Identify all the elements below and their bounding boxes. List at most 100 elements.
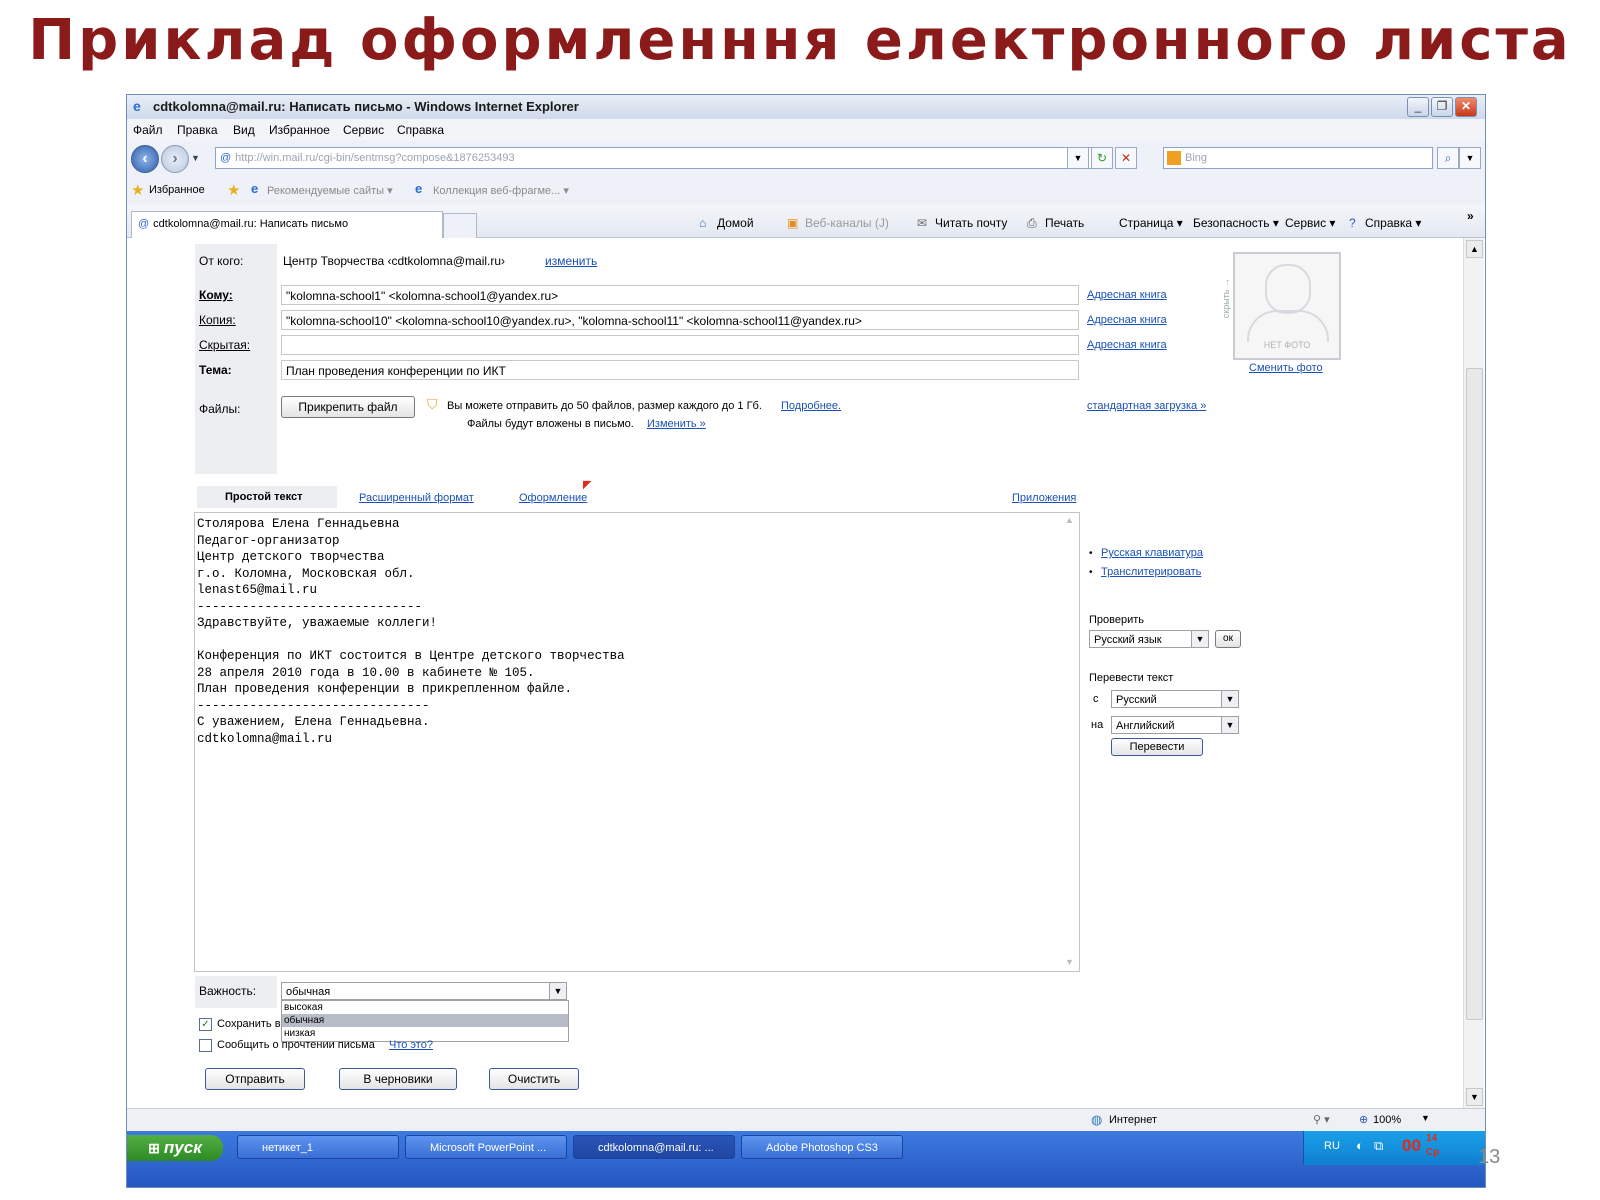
back-button[interactable]: ‹: [131, 145, 159, 173]
change-sender-link[interactable]: изменить: [545, 254, 597, 268]
home-button[interactable]: Домой: [717, 216, 754, 230]
tab-rich-text[interactable]: Расширенный формат: [359, 492, 474, 504]
tools-menu[interactable]: Сервис ▾: [1285, 216, 1335, 230]
info-shield-icon: ⛉: [427, 396, 438, 412]
editor-scroll-down-icon[interactable]: ▼: [1065, 957, 1074, 967]
page-scrollbar[interactable]: ▲ ▼: [1463, 238, 1484, 1108]
importance-option-normal[interactable]: обычная: [282, 1014, 568, 1027]
send-button[interactable]: Отправить: [205, 1068, 305, 1090]
address-book-link-to[interactable]: Адресная книга: [1087, 289, 1167, 301]
tab-plain-text[interactable]: Простой текст: [197, 486, 337, 508]
start-button[interactable]: ⊞ пуск: [127, 1135, 223, 1161]
window-title: cdtkolomna@mail.ru: Написать письмо - Wi…: [153, 99, 579, 114]
history-dropdown-icon[interactable]: ▼: [191, 153, 200, 163]
read-receipt-checkbox[interactable]: [199, 1039, 212, 1052]
menu-tools[interactable]: Сервис: [343, 123, 384, 137]
new-tab-button[interactable]: [443, 213, 477, 238]
subject-field[interactable]: План проведения конференции по ИКТ: [281, 360, 1079, 380]
cc-field[interactable]: "kolomna-school10" <kolomna-school10@yan…: [281, 310, 1079, 330]
more-info-link[interactable]: Подробнее.: [781, 400, 841, 412]
address-book-link-cc[interactable]: Адресная книга: [1087, 314, 1167, 326]
menu-favorites[interactable]: Избранное: [269, 123, 330, 137]
tray-app-icon[interactable]: ⧉: [1374, 1138, 1383, 1154]
zoom-level[interactable]: 100%: [1373, 1114, 1401, 1126]
spellcheck-language-select[interactable]: Русский язык ▼: [1089, 630, 1209, 648]
forward-button[interactable]: ›: [161, 145, 189, 173]
task-powerpoint[interactable]: Microsoft PowerPoint ...: [405, 1135, 567, 1159]
importance-select[interactable]: обычная ▼: [281, 982, 567, 1000]
close-button[interactable]: ✕: [1455, 97, 1477, 117]
hide-photo-toggle[interactable]: скрыть →: [1221, 278, 1231, 318]
search-placeholder: Bing: [1185, 152, 1208, 164]
to-field[interactable]: "kolomna-school1" <kolomna-school1@yande…: [281, 285, 1079, 305]
network-icon[interactable]: ◐: [1356, 1138, 1364, 1153]
bcc-field[interactable]: [281, 335, 1079, 355]
attach-file-button[interactable]: Прикрепить файл: [281, 396, 415, 418]
address-dropdown-icon[interactable]: ▼: [1067, 147, 1089, 169]
search-icon[interactable]: ⌕: [1437, 147, 1459, 169]
zoom-dropdown-icon[interactable]: ▼: [1421, 1113, 1430, 1123]
task-internet-explorer[interactable]: cdtkolomna@mail.ru: ...: [573, 1135, 735, 1159]
menu-file[interactable]: Файл: [133, 123, 163, 137]
tab-design[interactable]: Оформление: [519, 492, 587, 504]
help-menu[interactable]: Справка ▾: [1365, 216, 1421, 230]
mail-compose-page: От кого: Центр Творчества ‹cdtkolomna@ma…: [127, 238, 1463, 1108]
avatar-shoulders-icon: [1247, 310, 1329, 342]
transliterate-link[interactable]: Транслитерировать: [1101, 566, 1201, 578]
save-draft-button[interactable]: В черновики: [339, 1068, 457, 1090]
scroll-down-icon[interactable]: ▼: [1466, 1088, 1483, 1106]
change-attach-mode-link[interactable]: Изменить »: [647, 418, 706, 430]
address-input[interactable]: @ http://win.mail.ru/cgi-bin/sentmsg?comp…: [215, 147, 1097, 169]
change-photo-link[interactable]: Сменить фото: [1249, 362, 1323, 374]
browser-tab[interactable]: @ cdtkolomna@mail.ru: Написать письмо: [131, 211, 443, 238]
address-book-link-bcc[interactable]: Адресная книга: [1087, 339, 1167, 351]
spellcheck-ok-button[interactable]: ок: [1215, 630, 1241, 648]
minimize-button[interactable]: _: [1407, 97, 1429, 117]
keyboard-language[interactable]: RU: [1324, 1140, 1340, 1152]
message-body-editor[interactable]: Столярова Елена Геннадьевна Педагог-орган…: [194, 512, 1080, 972]
what-is-this-link[interactable]: Что это?: [389, 1039, 433, 1051]
refresh-icon[interactable]: ↻: [1091, 147, 1113, 169]
stop-icon[interactable]: ✕: [1115, 147, 1137, 169]
task-netiket[interactable]: нетикет_1: [237, 1135, 399, 1159]
suggested-sites[interactable]: Рекомендуемые сайты ▾: [267, 184, 393, 197]
print-button[interactable]: Печать: [1045, 216, 1084, 230]
to-label[interactable]: Кому:: [199, 288, 233, 302]
page-menu[interactable]: Страница ▾: [1119, 216, 1183, 230]
help-icon: ?: [1349, 216, 1356, 230]
scroll-thumb[interactable]: [1466, 368, 1483, 1020]
search-options-icon[interactable]: ▼: [1459, 147, 1481, 169]
favorites-button[interactable]: Избранное: [149, 184, 205, 196]
safety-menu[interactable]: Безопасность ▾: [1193, 216, 1279, 230]
target-language-select[interactable]: Английский ▼: [1111, 716, 1239, 734]
editor-scroll-up-icon[interactable]: ▲: [1065, 515, 1074, 525]
message-body-line: -------------------------------: [197, 698, 430, 713]
standard-upload-link[interactable]: стандартная загрузка »: [1087, 400, 1206, 412]
scroll-up-icon[interactable]: ▲: [1466, 240, 1483, 258]
search-input[interactable]: Bing: [1163, 147, 1433, 169]
bcc-label[interactable]: Скрытая:: [199, 338, 250, 352]
translate-button[interactable]: Перевести: [1111, 738, 1203, 756]
task-photoshop[interactable]: Adobe Photoshop CS3: [741, 1135, 903, 1159]
menu-help[interactable]: Справка: [397, 123, 444, 137]
add-favorite-icon[interactable]: ★: [227, 181, 240, 199]
cc-label[interactable]: Копия:: [199, 313, 236, 327]
menu-edit[interactable]: Правка: [177, 123, 218, 137]
menu-view[interactable]: Вид: [233, 123, 255, 137]
favorites-star-icon: ★: [131, 182, 145, 199]
protected-mode-icon[interactable]: ⚲ ▾: [1313, 1113, 1330, 1126]
source-language-select[interactable]: Русский ▼: [1111, 690, 1239, 708]
importance-option-high[interactable]: высокая: [282, 1001, 568, 1014]
attachments-link[interactable]: Приложения: [1012, 492, 1076, 504]
restore-button[interactable]: ❐: [1431, 97, 1453, 117]
source-language-value: Русский: [1116, 694, 1157, 706]
web-slice-gallery[interactable]: Коллекция веб-фрагме... ▾: [433, 184, 569, 197]
save-copy-checkbox[interactable]: ✓: [199, 1018, 212, 1031]
clear-button[interactable]: Очистить: [489, 1068, 579, 1090]
read-mail-button[interactable]: Читать почту: [935, 216, 1007, 230]
feeds-button[interactable]: Веб-каналы (J): [805, 216, 889, 230]
address-text: http://win.mail.ru/cgi-bin/sentmsg?compo…: [235, 152, 515, 164]
russian-keyboard-link[interactable]: Русская клавиатура: [1101, 547, 1203, 559]
chevron-down-icon: ▼: [1221, 691, 1238, 707]
more-commands-icon[interactable]: »: [1467, 209, 1474, 223]
